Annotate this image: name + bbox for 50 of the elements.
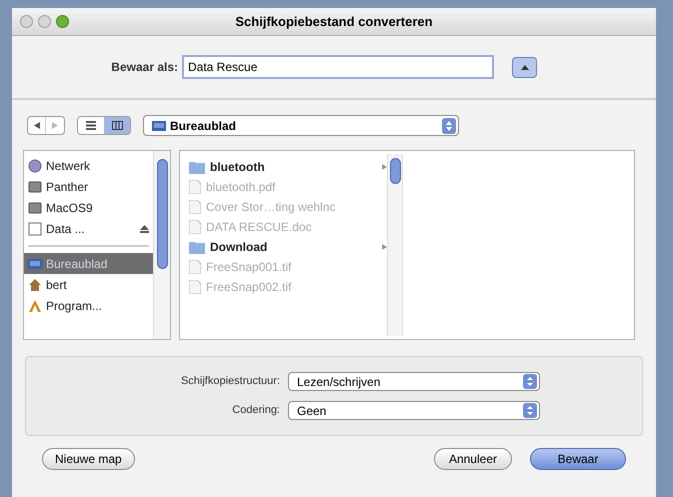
popup-menu[interactable]: Lezen/schrijven (288, 372, 540, 391)
desktop-icon (152, 120, 166, 130)
location-value: Bureaublad (170, 118, 236, 134)
house-icon (28, 278, 42, 292)
popup-menu[interactable]: Geen (288, 401, 540, 420)
sidebar-item[interactable]: Bureaublad (24, 253, 153, 274)
desktop-icon (28, 258, 42, 270)
document-icon (189, 220, 201, 234)
stepper-icon (523, 403, 537, 418)
apps-icon (28, 298, 42, 312)
disclosure-arrow-icon (382, 164, 387, 170)
left-arrow-icon (34, 122, 40, 129)
folder-icon (189, 240, 205, 254)
globe-icon (28, 158, 42, 172)
document-icon (189, 200, 201, 214)
sidebar-item[interactable]: bert (24, 274, 153, 295)
window-title: Schijfkopiebestand converteren (235, 12, 433, 31)
scrollbar[interactable] (153, 151, 170, 339)
sidebar-item[interactable]: Data ... (24, 218, 153, 239)
right-arrow-icon (52, 122, 58, 129)
folder-icon (189, 160, 205, 174)
save-button[interactable]: Bewaar (530, 448, 626, 470)
option-label: Codering: (231, 403, 280, 418)
cancel-button[interactable]: Annuleer (434, 448, 512, 470)
sidebar-item[interactable]: MacOS9 (24, 197, 153, 218)
sidebar-item[interactable]: Panther (24, 176, 153, 197)
expand-button[interactable] (512, 56, 537, 78)
option-label: Schijfkopiestructuur: (180, 374, 280, 390)
location-popup[interactable]: Bureaublad (143, 115, 459, 136)
document-icon (189, 180, 201, 194)
scrollbar[interactable] (387, 154, 403, 336)
list-view-button[interactable] (78, 117, 104, 134)
stepper-icon (442, 118, 456, 134)
sidebar-item[interactable]: Netwerk (24, 155, 153, 176)
columns-icon (112, 121, 122, 130)
new-folder-button[interactable]: Nieuwe map (42, 448, 135, 470)
triangle-up-icon (520, 64, 528, 70)
disclosure-arrow-icon (382, 244, 387, 250)
document-icon (189, 280, 201, 294)
zoom-button[interactable] (56, 15, 69, 28)
file-row[interactable]: Download (189, 237, 387, 257)
column-view-button[interactable] (104, 117, 130, 134)
eject-icon[interactable] (140, 224, 149, 232)
save-as-label: Bewaar als: (110, 59, 178, 76)
filename-field[interactable]: Data Rescue (182, 55, 494, 79)
file-row[interactable]: bluetooth (189, 157, 387, 177)
sidebar-item[interactable]: Program... (24, 295, 153, 316)
document-icon (189, 260, 201, 274)
stepper-icon (523, 374, 537, 389)
list-icon (86, 121, 96, 130)
